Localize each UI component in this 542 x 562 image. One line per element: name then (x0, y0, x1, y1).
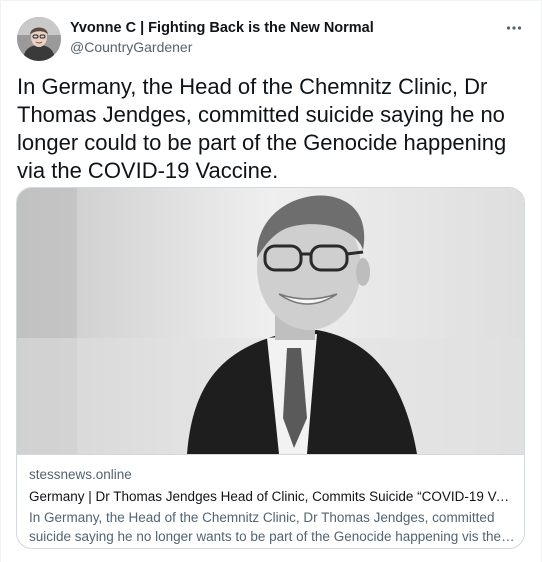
more-options-button[interactable] (501, 15, 527, 41)
man-portrait-photo-icon (17, 188, 524, 454)
card-description-line-1: In Germany, the Head of the Chemnitz Cli… (29, 510, 495, 525)
card-description: In Germany, the Head of the Chemnitz Cli… (29, 508, 515, 546)
more-horizontal-icon (506, 26, 522, 30)
tweet-text: In Germany, the Head of the Chemnitz Cli… (17, 74, 507, 183)
card-description-line-2: suicide saying he no longer wants to be … (29, 529, 515, 544)
tweet: Yvonne C | Fighting Back is the New Norm… (0, 0, 542, 562)
card-domain: stessnews.online (29, 467, 132, 482)
link-card[interactable]: stessnews.online Germany | Dr Thomas Jen… (16, 187, 525, 549)
card-image[interactable] (17, 188, 524, 454)
card-body[interactable]: stessnews.online Germany | Dr Thomas Jen… (17, 454, 524, 548)
author-avatar[interactable] (17, 17, 61, 61)
author-name[interactable]: Yvonne C | Fighting Back is the New Norm… (70, 20, 374, 36)
user-avatar-photo-icon (17, 17, 61, 61)
card-title: Germany | Dr Thomas Jendges Head of Clin… (29, 489, 515, 504)
author-handle[interactable]: @CountryGardener (70, 39, 192, 55)
